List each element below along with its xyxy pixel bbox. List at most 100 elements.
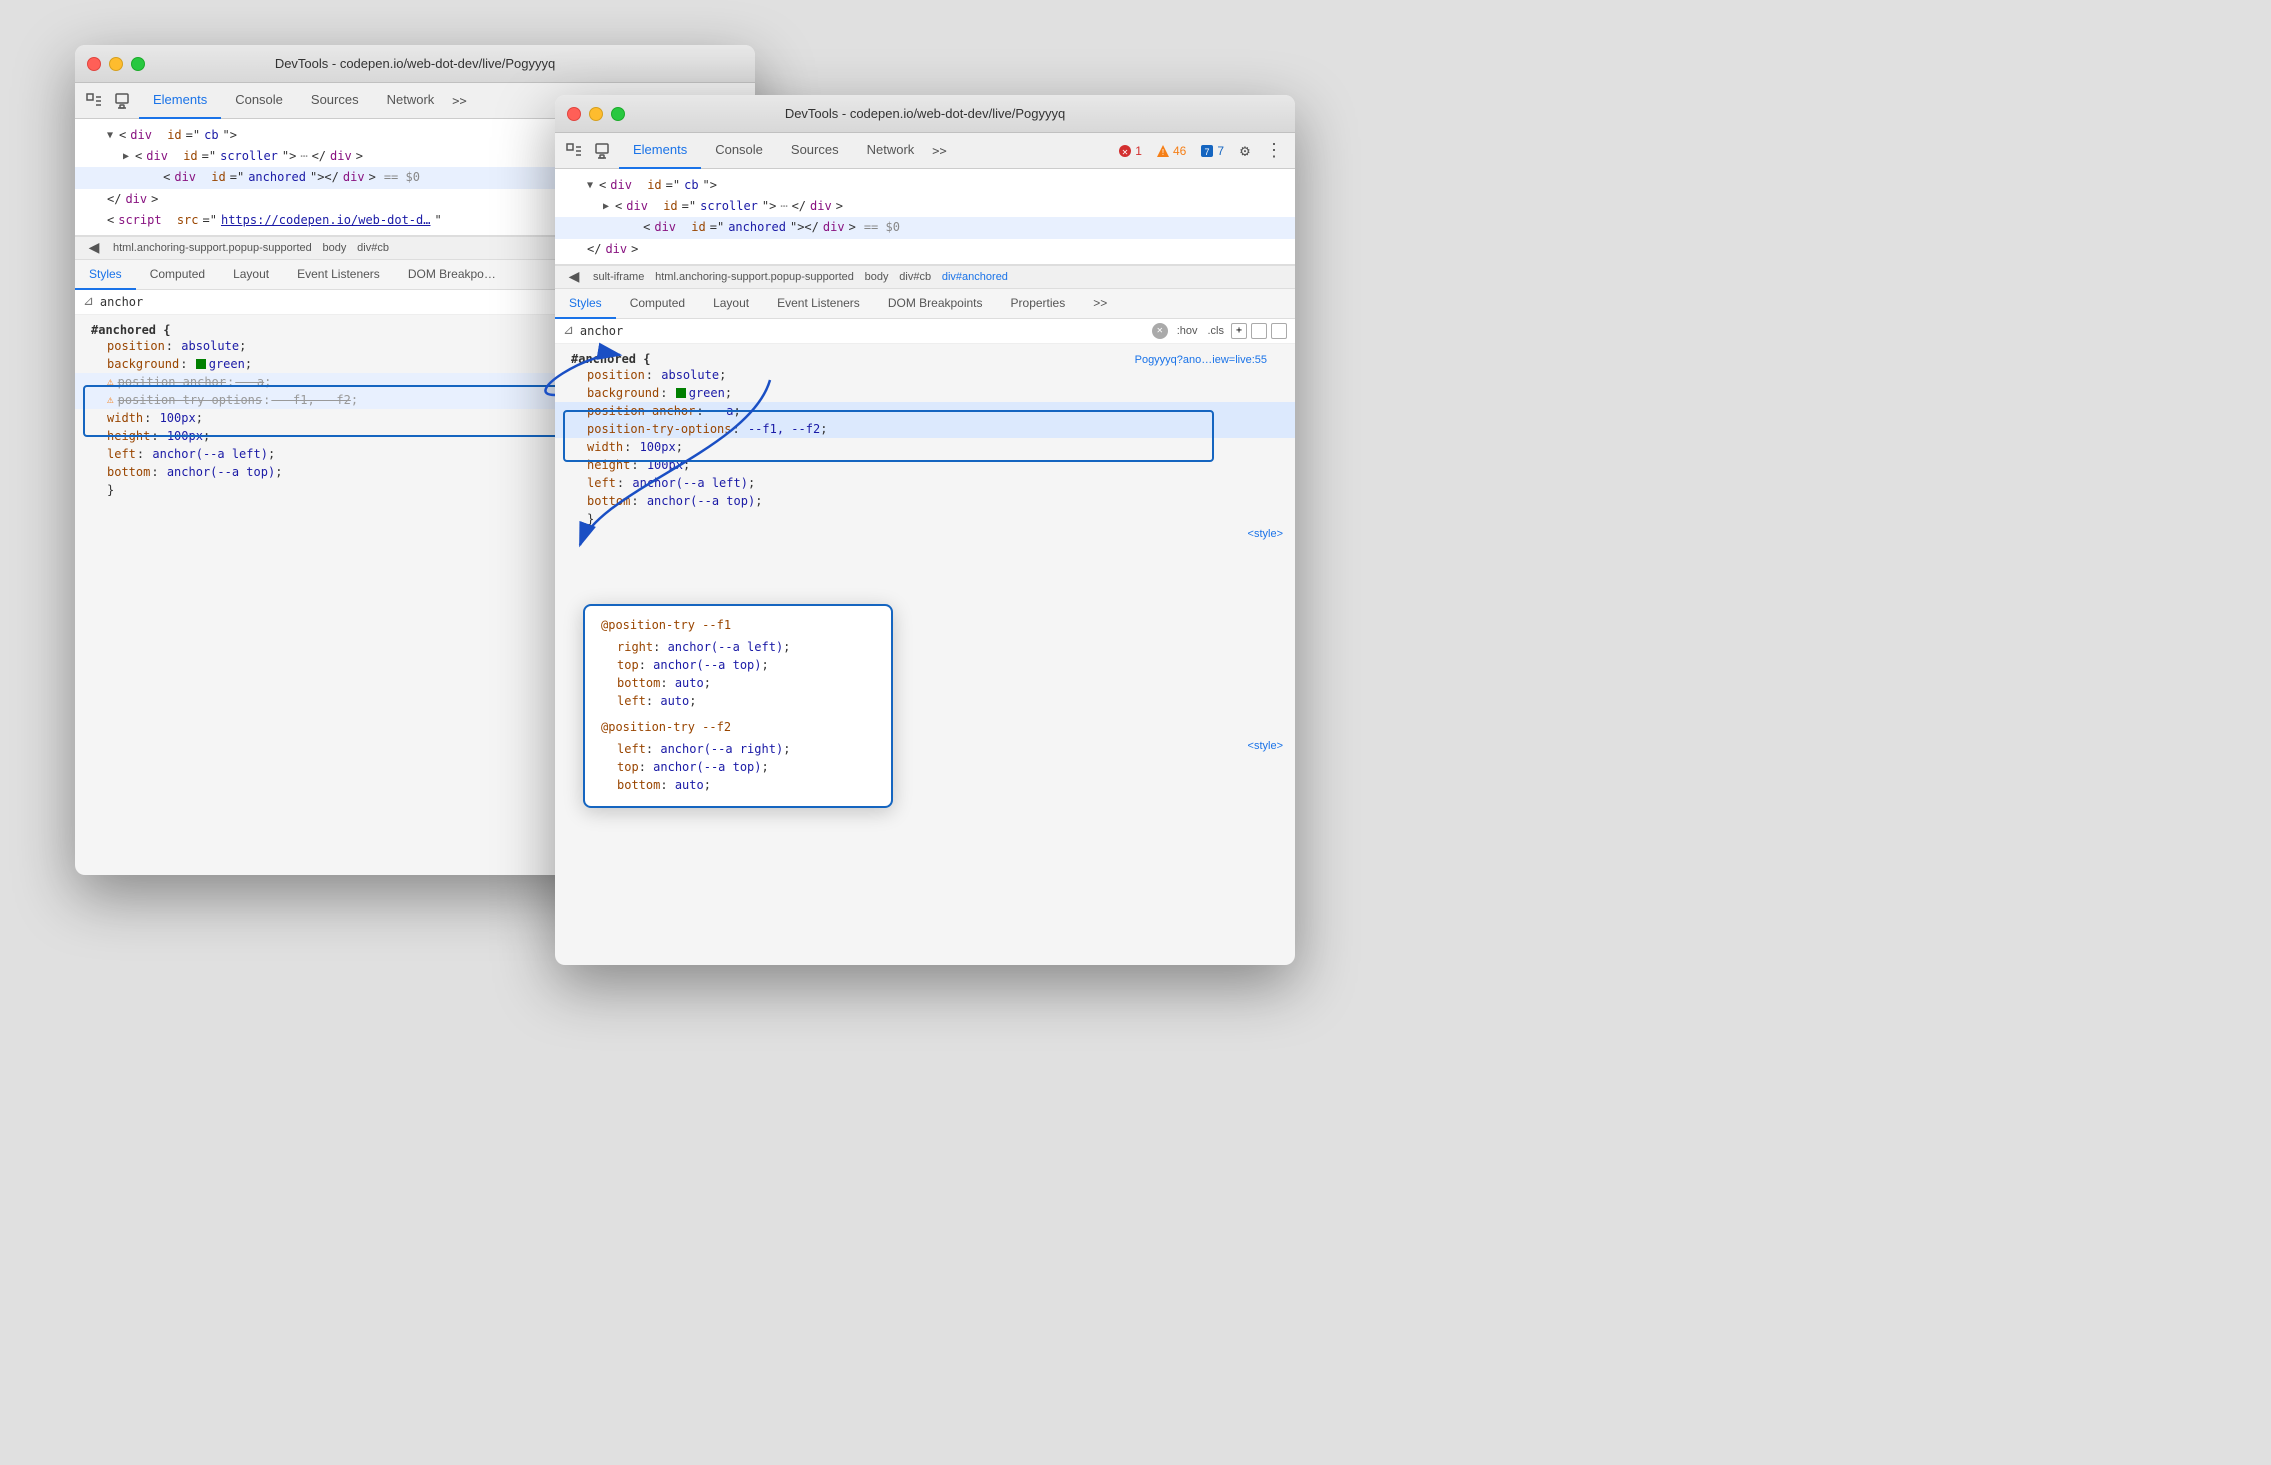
css-prop-left-2[interactable]: left: anchor(--a left); bbox=[555, 474, 1295, 492]
tooltip-prop-top-2: top: anchor(--a top); bbox=[601, 758, 875, 776]
inspect-icon[interactable] bbox=[83, 90, 105, 112]
tab-network-1[interactable]: Network bbox=[373, 83, 449, 119]
breadcrumb-body-2[interactable]: body bbox=[861, 271, 893, 283]
triangle-icon-1: ▼ bbox=[107, 128, 113, 144]
triangle-icon-21: ▼ bbox=[587, 178, 593, 194]
tab-elements-2[interactable]: Elements bbox=[619, 133, 701, 169]
breadcrumb-divanchored-2[interactable]: div#anchored bbox=[938, 271, 1012, 283]
toolbar-tabs-2: Elements Console Sources Network >> bbox=[619, 133, 951, 168]
minimize-button-1[interactable] bbox=[109, 57, 123, 71]
tooltip-at-rule-2: @position-try --f2 bbox=[601, 720, 875, 734]
info-badge-2: 7 7 bbox=[1195, 142, 1229, 160]
filter-clear-2[interactable]: ✕ bbox=[1152, 323, 1168, 339]
tabs-more-2[interactable]: >> bbox=[928, 144, 950, 158]
styles-tabs-2: Styles Computed Layout Event Listeners D… bbox=[555, 289, 1295, 319]
copy-icon-2[interactable] bbox=[1251, 323, 1267, 339]
expand-icon-2[interactable] bbox=[1271, 323, 1287, 339]
minimize-button-2[interactable] bbox=[589, 107, 603, 121]
filter-bar-2: ⊿ ✕ :hov .cls + bbox=[555, 319, 1295, 344]
toolbar-tabs-1: Elements Console Sources Network >> bbox=[139, 83, 471, 118]
plus-icon-2[interactable]: + bbox=[1231, 323, 1247, 339]
traffic-lights-1 bbox=[87, 57, 145, 71]
triangle-icon-2: ▶ bbox=[123, 149, 129, 165]
tab-event-listeners-1[interactable]: Event Listeners bbox=[283, 260, 394, 290]
tooltip-prop-bottom-1: bottom: auto; bbox=[601, 674, 875, 692]
device-icon[interactable] bbox=[111, 90, 133, 112]
tab-styles-2[interactable]: Styles bbox=[555, 289, 616, 319]
warning-icon-try-1: ⚠ bbox=[107, 393, 114, 406]
devtools-window-2: DevTools - codepen.io/web-dot-dev/live/P… bbox=[555, 95, 1295, 965]
tooltip-prop-top-1: top: anchor(--a top); bbox=[601, 656, 875, 674]
tab-console-1[interactable]: Console bbox=[221, 83, 297, 119]
tab-sources-2[interactable]: Sources bbox=[777, 133, 853, 169]
window-title-2: DevTools - codepen.io/web-dot-dev/live/P… bbox=[785, 106, 1065, 121]
html-line-24[interactable]: </div> bbox=[555, 239, 1295, 260]
triangle-icon-22: ▶ bbox=[603, 199, 609, 215]
devtools-toolbar-2: Elements Console Sources Network >> ✕ 1 … bbox=[555, 133, 1295, 169]
maximize-button-1[interactable] bbox=[131, 57, 145, 71]
tab-dom-2[interactable]: DOM Breakpoints bbox=[874, 289, 997, 319]
source-link-2[interactable]: Pogyyyq?ano…iew=live:55 bbox=[1135, 352, 1279, 366]
filter-icon-1: ⊿ bbox=[83, 294, 94, 309]
css-prop-height-2[interactable]: height: 100px; bbox=[555, 456, 1295, 474]
css-prop-position-anchor-2[interactable]: position-anchor: --a; bbox=[555, 402, 1295, 420]
css-prop-width-2[interactable]: width: 100px; bbox=[555, 438, 1295, 456]
tab-sources-1[interactable]: Sources bbox=[297, 83, 373, 119]
filter-input-2[interactable] bbox=[580, 324, 1146, 338]
tab-dom-breakpoints-1[interactable]: DOM Breakpo… bbox=[394, 260, 510, 290]
tab-computed-1[interactable]: Computed bbox=[136, 260, 219, 290]
cls-button-2[interactable]: .cls bbox=[1205, 324, 1228, 338]
html-line-22[interactable]: ▶ <div id="scroller"> ⋯ </div> bbox=[555, 196, 1295, 217]
css-selector-2: #anchored { bbox=[571, 352, 650, 366]
css-prop-bottom-2[interactable]: bottom: anchor(--a top); bbox=[555, 492, 1295, 510]
css-prop-background-2[interactable]: background: green; bbox=[555, 384, 1295, 402]
svg-text:7: 7 bbox=[1205, 147, 1210, 157]
style-link-1[interactable]: <style> bbox=[555, 528, 1295, 540]
close-button-2[interactable] bbox=[567, 107, 581, 121]
inspect-icon-2[interactable] bbox=[563, 140, 585, 162]
close-button-1[interactable] bbox=[87, 57, 101, 71]
tab-styles-1[interactable]: Styles bbox=[75, 260, 136, 290]
warning-icon-anchor-1: ⚠ bbox=[107, 375, 114, 388]
breadcrumb-item-body-1[interactable]: body bbox=[319, 242, 351, 254]
html-panel-2: ▼ <div id="cb"> ▶ <div id="scroller"> ⋯ … bbox=[555, 169, 1295, 265]
breadcrumb-item-divcb-1[interactable]: div#cb bbox=[353, 242, 393, 254]
svg-text:!: ! bbox=[1162, 148, 1164, 157]
css-prop-position-2[interactable]: position: absolute; bbox=[555, 366, 1295, 384]
tab-layout-2[interactable]: Layout bbox=[699, 289, 763, 319]
breadcrumb-result-2[interactable]: sult-iframe bbox=[589, 271, 648, 283]
breadcrumb-back-2[interactable]: ◀ bbox=[563, 266, 585, 288]
css-close-brace-2: } bbox=[555, 510, 1295, 528]
breadcrumb-bar-2: ◀ sult-iframe html.anchoring-support.pop… bbox=[555, 265, 1295, 289]
html-line-23[interactable]: <div id="anchored"></div> == $0 bbox=[555, 217, 1295, 238]
tab-elements-1[interactable]: Elements bbox=[139, 83, 221, 119]
breadcrumb-item-html-1[interactable]: html.anchoring-support.popup-supported bbox=[109, 242, 316, 254]
tab-more-2[interactable]: >> bbox=[1079, 289, 1121, 319]
warning-badge-2: ! 46 bbox=[1151, 142, 1191, 160]
breadcrumb-html-2[interactable]: html.anchoring-support.popup-supported bbox=[651, 271, 858, 283]
hov-button-2[interactable]: :hov bbox=[1174, 324, 1201, 338]
tab-layout-1[interactable]: Layout bbox=[219, 260, 283, 290]
tab-event-2[interactable]: Event Listeners bbox=[763, 289, 874, 319]
tooltip-prop-left-1: left: auto; bbox=[601, 692, 875, 710]
tab-console-2[interactable]: Console bbox=[701, 133, 777, 169]
css-content-2: #anchored { Pogyyyq?ano…iew=live:55 posi… bbox=[555, 344, 1295, 844]
more-vert-icon-2[interactable]: ⋮ bbox=[1261, 140, 1287, 161]
window-title-1: DevTools - codepen.io/web-dot-dev/live/P… bbox=[275, 56, 555, 71]
breadcrumb-divcb-2[interactable]: div#cb bbox=[895, 271, 935, 283]
traffic-lights-2 bbox=[567, 107, 625, 121]
tab-computed-2[interactable]: Computed bbox=[616, 289, 699, 319]
html-line-21[interactable]: ▼ <div id="cb"> bbox=[555, 175, 1295, 196]
tabs-more-1[interactable]: >> bbox=[448, 94, 470, 108]
breadcrumb-back-1[interactable]: ◀ bbox=[83, 237, 105, 259]
maximize-button-2[interactable] bbox=[611, 107, 625, 121]
settings-icon-2[interactable]: ⚙ bbox=[1235, 141, 1255, 161]
filter-actions-2: :hov .cls + bbox=[1174, 323, 1287, 339]
css-prop-position-try-2[interactable]: position-try-options: --f1, --f2; bbox=[555, 420, 1295, 438]
css-tooltip: @position-try --f1 right: anchor(--a lef… bbox=[583, 604, 893, 808]
device-icon-2[interactable] bbox=[591, 140, 613, 162]
tab-network-2[interactable]: Network bbox=[853, 133, 929, 169]
tab-props-2[interactable]: Properties bbox=[997, 289, 1080, 319]
tooltip-prop-bottom-2: bottom: auto; bbox=[601, 776, 875, 794]
error-badge-2: ✕ 1 bbox=[1113, 142, 1147, 160]
